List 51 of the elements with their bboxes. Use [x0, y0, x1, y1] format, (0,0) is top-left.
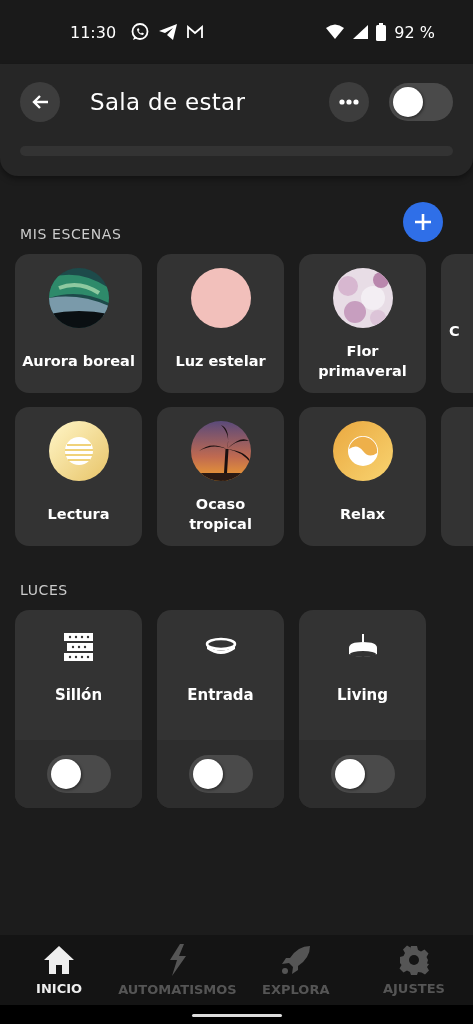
rocket-icon: [279, 943, 312, 976]
pendant-light-icon: [346, 634, 379, 660]
scene-card[interactable]: Ocaso tropical: [157, 407, 284, 546]
light-name: Living: [336, 686, 388, 704]
scene-card[interactable]: Lectura: [15, 407, 142, 546]
wifi-icon: [326, 24, 345, 40]
plus-icon: [414, 213, 432, 231]
scene-card[interactable]: C: [441, 254, 473, 393]
mail-icon: [186, 24, 205, 40]
lines-icon: [48, 421, 109, 481]
scene-card[interactable]: Luz estelar: [157, 254, 284, 393]
room-title: Sala de estar: [90, 89, 247, 115]
signal-icon: [352, 24, 369, 40]
section-title: MIS ESCENAS: [20, 226, 122, 244]
light-name: Entrada: [187, 686, 254, 704]
add-button[interactable]: [403, 202, 443, 242]
battery-percent: 92 %: [394, 22, 435, 42]
back-button[interactable]: [20, 82, 60, 122]
battery-icon: [376, 23, 387, 41]
toggle-switch[interactable]: [188, 755, 253, 793]
scene-name: Ocaso tropical: [188, 494, 253, 534]
scene-name: Luz estelar: [174, 351, 267, 371]
section-title: LUCES: [20, 582, 68, 600]
light-name: Sillón: [54, 686, 103, 704]
scene-name: Relax: [338, 504, 387, 524]
chat-icon: [130, 22, 151, 42]
scene-card[interactable]: Aurora boreal: [15, 254, 142, 393]
nav-tab[interactable]: INICIO: [0, 935, 119, 1005]
paper-plane-icon: [158, 23, 179, 41]
light-card[interactable]: Living: [299, 610, 426, 808]
scene-name: Lectura: [46, 504, 111, 524]
settings-icon: [398, 944, 429, 975]
toggle-switch[interactable]: [389, 83, 453, 121]
back-arrow-icon: [31, 94, 49, 110]
home-indicator[interactable]: [191, 1014, 282, 1017]
more-icon: [339, 99, 359, 105]
half-moon-icon: [332, 421, 393, 481]
scene-name: C: [448, 321, 461, 341]
scene-name: Flor primaveral: [317, 341, 408, 381]
toggle-switch[interactable]: [330, 755, 395, 793]
toggle-switch[interactable]: [46, 755, 111, 793]
ceiling-light-icon: [204, 637, 237, 657]
more-button[interactable]: [329, 82, 369, 122]
scene-name: Aurora boreal: [21, 351, 136, 371]
home-icon: [43, 944, 76, 975]
clock-time: 11:30: [70, 22, 117, 42]
light-card[interactable]: Entrada: [157, 610, 284, 808]
light-card[interactable]: Sillón: [15, 610, 142, 808]
light-strip-icon: [62, 631, 95, 663]
scene-card[interactable]: Flor primaveral: [299, 254, 426, 393]
scene-card[interactable]: Relax: [299, 407, 426, 546]
